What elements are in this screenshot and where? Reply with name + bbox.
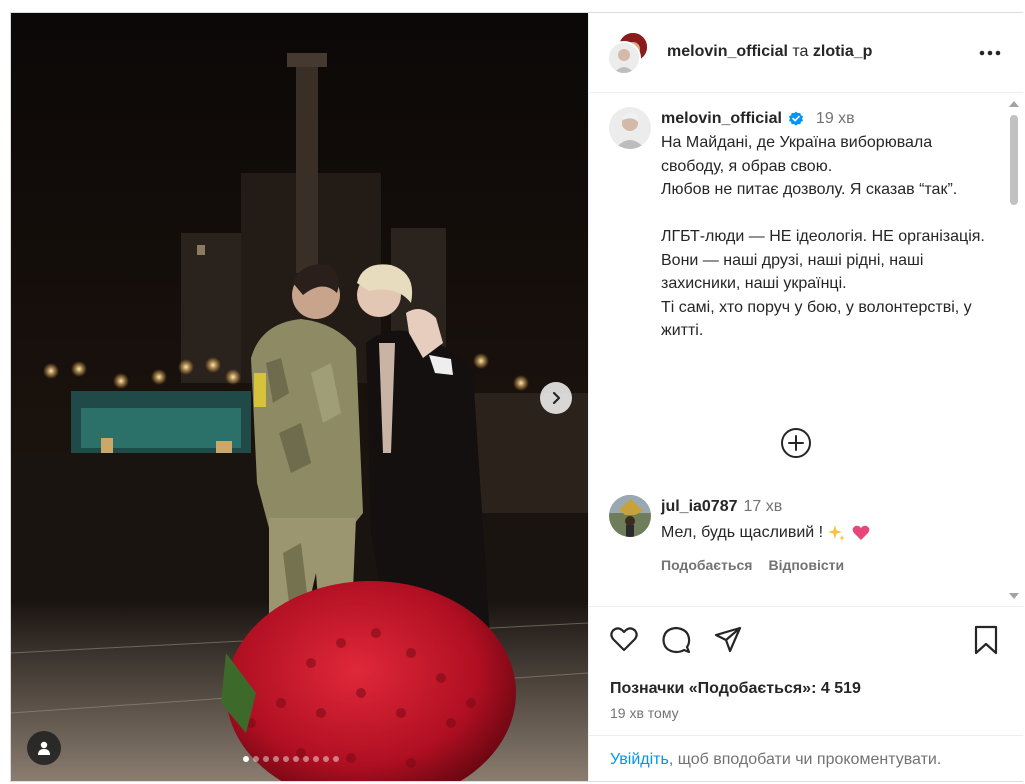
post-dialog: melovin_official та zlotia_p melovin_off… xyxy=(10,12,1023,782)
comment-icon xyxy=(662,626,691,654)
comment-button[interactable] xyxy=(661,625,691,660)
login-prompt-text: , щоб вподобати чи прокоментувати. xyxy=(668,751,942,768)
carousel-dot xyxy=(253,756,259,762)
post-actions-bar: Позначки «Подобається»: 4 519 19 хв тому… xyxy=(589,606,1023,782)
caption-time: 19 хв xyxy=(815,110,855,127)
comment-reply-button[interactable]: Відповісти xyxy=(768,557,844,573)
login-prompt: Увійдіть, щоб вподобати чи прокоментуват… xyxy=(589,735,1023,782)
commenter-avatar[interactable] xyxy=(609,495,651,537)
carousel-indicator xyxy=(243,756,339,762)
scroll-down-arrow-icon[interactable] xyxy=(1009,593,1019,599)
scroll-thumb[interactable] xyxy=(1010,115,1018,205)
next-photo-button[interactable] xyxy=(540,382,572,414)
heart-icon xyxy=(610,627,638,652)
post-photo xyxy=(11,13,588,781)
post-header-names: melovin_official та zlotia_p xyxy=(667,43,872,61)
coauthor-username[interactable]: zlotia_p xyxy=(813,43,873,60)
caption-author[interactable]: melovin_official xyxy=(661,110,782,128)
sparkles-icon xyxy=(828,525,846,541)
carousel-dot xyxy=(243,756,249,762)
carousel-dot xyxy=(323,756,329,762)
verified-badge-icon xyxy=(788,111,803,126)
post-sidebar: melovin_official та zlotia_p melovin_off… xyxy=(588,13,1023,781)
save-button[interactable] xyxy=(973,625,999,660)
login-link[interactable]: Увійдіть xyxy=(610,751,669,768)
share-button[interactable] xyxy=(713,625,743,660)
caption-body: melovin_official 19 хв На Майдані, де Ук… xyxy=(661,107,991,343)
like-button[interactable] xyxy=(609,625,639,658)
chevron-right-icon xyxy=(552,391,561,405)
comment-body: jul_ia0787 17 хв Мел, будь щасливий ! По… xyxy=(661,495,991,573)
comment-text: Мел, будь щасливий ! xyxy=(661,524,824,541)
caption-author-avatar[interactable] xyxy=(609,107,651,149)
carousel-dot xyxy=(263,756,269,762)
comments-scrollbar[interactable] xyxy=(1007,95,1021,601)
carousel-dot xyxy=(303,756,309,762)
post-media[interactable] xyxy=(11,13,588,781)
caption-text: На Майдані, де Україна виборювала свобод… xyxy=(661,134,985,339)
comments-section[interactable]: melovin_official 19 хв На Майдані, де Ук… xyxy=(589,93,1023,605)
plus-circle-icon xyxy=(781,428,811,458)
scroll-up-arrow-icon[interactable] xyxy=(1009,101,1019,107)
carousel-dot xyxy=(283,756,289,762)
load-more-comments-button[interactable] xyxy=(780,427,812,464)
posted-time: 19 хв тому xyxy=(610,705,679,721)
carousel-dot xyxy=(293,756,299,762)
carousel-dot xyxy=(333,756,339,762)
comment-actions: Подобається Відповісти xyxy=(661,557,991,573)
caption-header: melovin_official 19 хв xyxy=(661,107,991,131)
carousel-dot xyxy=(273,756,279,762)
carousel-dot xyxy=(313,756,319,762)
likes-count[interactable]: Позначки «Подобається»: 4 519 xyxy=(610,680,861,698)
pink-heart-icon xyxy=(852,525,870,540)
comment-text-row: Мел, будь щасливий ! xyxy=(661,521,991,545)
collab-avatars[interactable] xyxy=(607,31,651,75)
post-header: melovin_official та zlotia_p xyxy=(589,13,1023,93)
author-username[interactable]: melovin_official xyxy=(667,43,788,60)
bookmark-icon xyxy=(974,625,998,655)
user-tags-button[interactable] xyxy=(27,731,61,765)
user-tag-icon xyxy=(38,741,50,755)
share-icon xyxy=(714,626,742,653)
more-options-button[interactable] xyxy=(979,43,1001,61)
more-horizontal-icon xyxy=(979,50,1001,56)
comment-header: jul_ia0787 17 хв xyxy=(661,495,991,519)
comment-like-button[interactable]: Подобається xyxy=(661,557,752,573)
author-avatar[interactable] xyxy=(607,41,641,75)
commenter-username[interactable]: jul_ia0787 xyxy=(661,498,738,516)
collab-connector: та xyxy=(792,43,809,60)
comment-time: 17 хв xyxy=(743,498,783,515)
